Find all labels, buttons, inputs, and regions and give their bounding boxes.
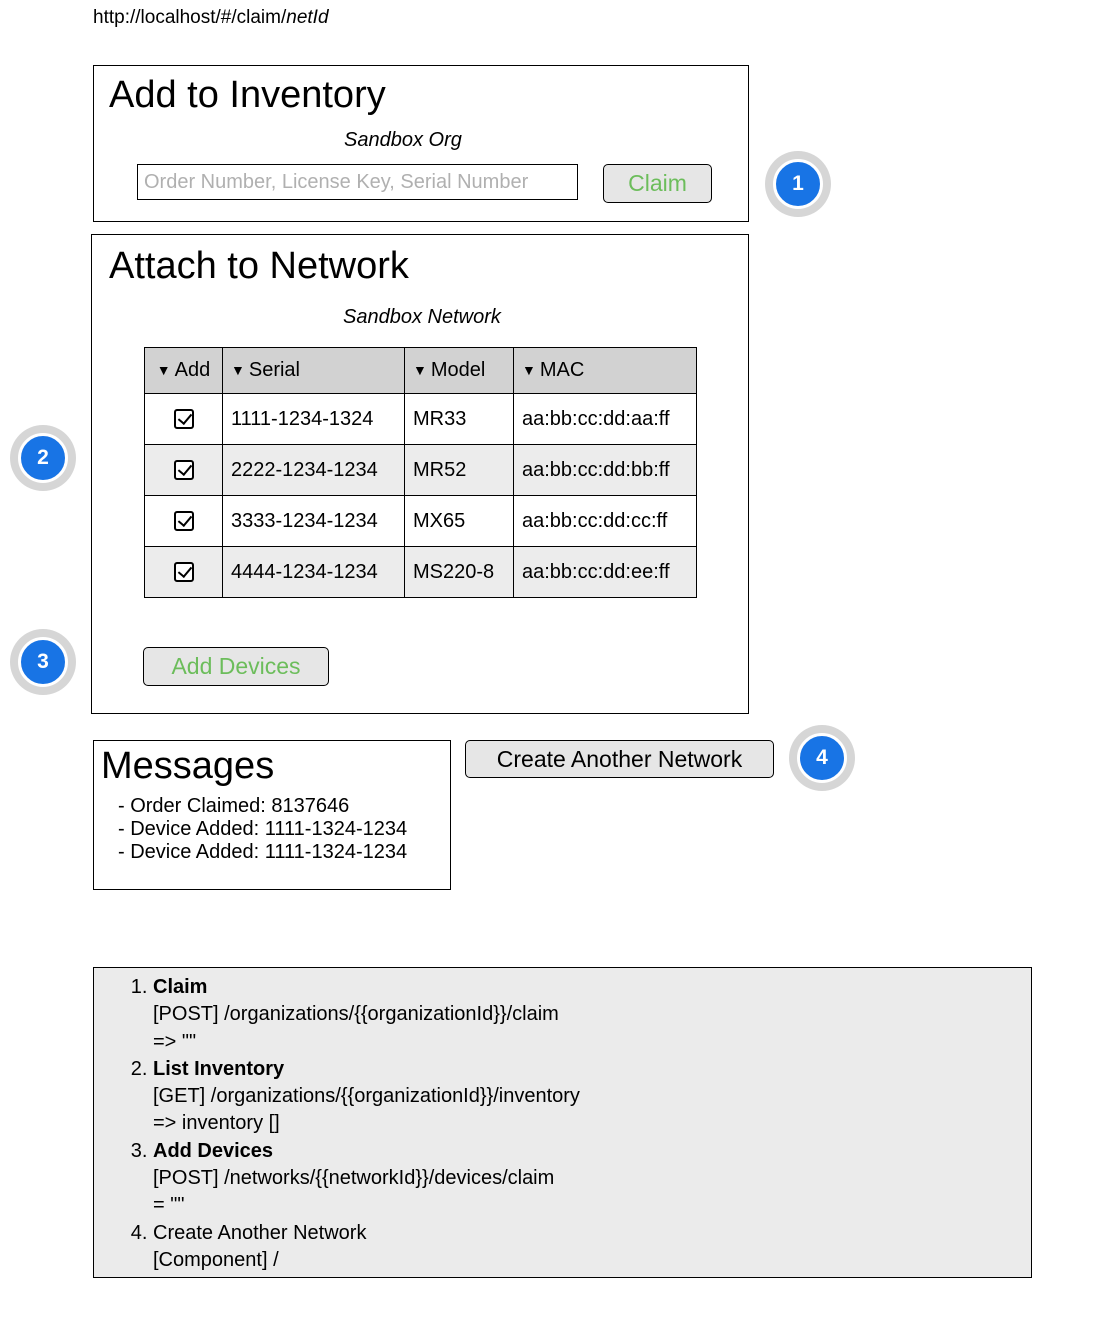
column-header-label: Serial: [248, 359, 300, 381]
note-item-add-devices: Add Devices [POST] /networks/{{networkId…: [153, 1138, 580, 1220]
mac-cell: aa:bb:cc:dd:bb:ff: [513, 444, 697, 496]
url-param: netId: [286, 7, 329, 28]
model-cell: MS220-8: [404, 546, 514, 598]
claim-button[interactable]: Claim: [603, 164, 712, 203]
callout-1: 1: [765, 151, 831, 217]
column-header-mac[interactable]: ▼ MAC: [513, 347, 697, 394]
model-cell: MR52: [404, 444, 514, 496]
network-title: Attach to Network: [109, 245, 409, 287]
mac-cell: aa:bb:cc:dd:ee:ff: [513, 546, 697, 598]
add-checkbox[interactable]: [173, 409, 194, 430]
callout-3-number: 3: [18, 637, 68, 687]
column-header-label: Add: [174, 359, 211, 381]
mac-cell: aa:bb:cc:dd:aa:ff: [513, 393, 697, 445]
note-item-list-inventory: List Inventory [GET] /organizations/{{or…: [153, 1056, 580, 1138]
callout-3: 3: [10, 629, 76, 695]
note-item-claim: Claim [POST] /organizations/{{organizati…: [153, 974, 580, 1056]
add-checkbox[interactable]: [173, 460, 194, 481]
url-prefix: http://localhost/#/claim/: [93, 7, 287, 28]
callout-4-number: 4: [797, 733, 847, 783]
table-row: 3333-1234-1234 MX65 aa:bb:cc:dd:cc:ff: [144, 495, 697, 547]
note-endpoint: [GET] /organizations/{{organizationId}}/…: [153, 1085, 580, 1108]
table-row: 1111-1234-1324 MR33 aa:bb:cc:dd:aa:ff: [144, 393, 697, 445]
callout-1-number: 1: [773, 159, 823, 209]
add-cell: [144, 495, 223, 547]
column-header-add[interactable]: ▼ Add: [144, 347, 223, 394]
serial-cell: 4444-1234-1234: [222, 546, 405, 598]
add-checkbox[interactable]: [173, 562, 194, 583]
note-endpoint: [Component] /: [153, 1248, 279, 1271]
note-result: => "": [153, 1030, 197, 1053]
note-title: Create Another Network: [153, 1221, 367, 1244]
note-title: Claim: [153, 976, 208, 998]
column-header-label: Model: [430, 359, 486, 381]
devices-table: ▼ Add ▼ Serial ▼ Model ▼ MAC 1111-1234-1324 …: [144, 347, 697, 598]
serial-cell: 2222-1234-1234: [222, 444, 405, 496]
sort-arrow-icon: ▼: [522, 362, 536, 378]
callout-2: 2: [10, 425, 76, 491]
serial-cell: 1111-1234-1324: [222, 393, 405, 445]
column-header-serial[interactable]: ▼ Serial: [222, 347, 405, 394]
add-devices-button[interactable]: Add Devices: [143, 647, 329, 686]
api-notes-panel: Claim [POST] /organizations/{{organizati…: [93, 967, 1032, 1278]
messages-title: Messages: [101, 745, 275, 787]
model-cell: MX65: [404, 495, 514, 547]
sort-arrow-icon: ▼: [231, 362, 245, 378]
note-endpoint: [POST] /organizations/{{organizationId}}…: [153, 1003, 559, 1026]
url-bar: http://localhost/#/claim/netId: [93, 7, 329, 29]
table-row: 4444-1234-1234 MS220-8 aa:bb:cc:dd:ee:ff: [144, 546, 697, 598]
note-item-create-network: Create Another Network [Component] /: [153, 1220, 580, 1275]
messages-panel: Messages - Order Claimed: 8137646 - Devi…: [93, 740, 451, 890]
note-title: Add Devices: [153, 1139, 274, 1162]
claim-input[interactable]: [137, 164, 578, 200]
api-notes-list: Claim [POST] /organizations/{{organizati…: [153, 974, 580, 1274]
add-checkbox[interactable]: [173, 511, 194, 532]
message-item: - Device Added: 1111-1324-1234: [118, 841, 408, 863]
inventory-title: Add to Inventory: [109, 74, 386, 116]
mac-cell: aa:bb:cc:dd:cc:ff: [513, 495, 697, 547]
messages-list: - Order Claimed: 8137646 - Device Added:…: [118, 795, 407, 864]
note-title: List Inventory: [153, 1057, 285, 1080]
table-header-row: ▼ Add ▼ Serial ▼ Model ▼ MAC: [144, 347, 697, 394]
message-item: - Order Claimed: 8137646: [118, 795, 350, 817]
sort-arrow-icon: ▼: [413, 362, 427, 378]
org-name: Sandbox Org: [344, 129, 462, 151]
add-cell: [144, 444, 223, 496]
network-name: Sandbox Network: [343, 306, 501, 328]
create-another-network-button[interactable]: Create Another Network: [465, 740, 774, 778]
table-row: 2222-1234-1234 MR52 aa:bb:cc:dd:bb:ff: [144, 444, 697, 496]
note-result: = "": [153, 1194, 185, 1217]
add-to-inventory-panel: Add to Inventory Sandbox Org Claim: [93, 65, 749, 222]
note-endpoint: [POST] /networks/{{networkId}}/devices/c…: [153, 1167, 555, 1190]
model-cell: MR33: [404, 393, 514, 445]
add-cell: [144, 393, 223, 445]
serial-cell: 3333-1234-1234: [222, 495, 405, 547]
message-item: - Device Added: 1111-1324-1234: [118, 818, 408, 840]
column-header-label: MAC: [539, 359, 585, 381]
note-result: => inventory []: [153, 1112, 280, 1135]
column-header-model[interactable]: ▼ Model: [404, 347, 514, 394]
attach-to-network-panel: Attach to Network Sandbox Network ▼ Add ▼…: [91, 234, 749, 714]
add-cell: [144, 546, 223, 598]
callout-2-number: 2: [18, 433, 68, 483]
callout-4: 4: [789, 725, 855, 791]
sort-arrow-icon: ▼: [156, 362, 171, 378]
